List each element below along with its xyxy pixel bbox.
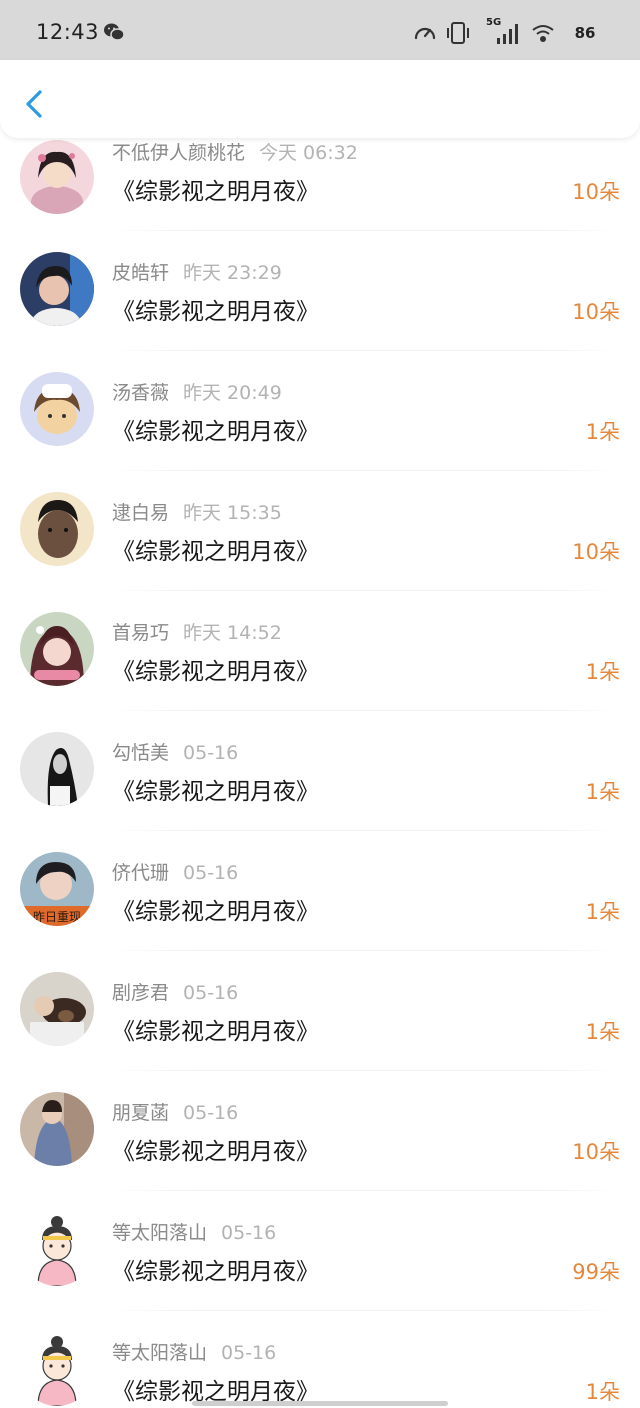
flower-count: 1朵 xyxy=(585,1020,620,1044)
user-name: 首易巧 xyxy=(112,622,170,644)
list-item[interactable]: 昨日重现 侪代珊 05-16 《综影视之明月夜》 1朵 xyxy=(0,848,640,968)
item-meta: 汤香薇 昨天 20:49 xyxy=(112,378,282,405)
list-item[interactable]: 勾恬美 05-16 《综影视之明月夜》 1朵 xyxy=(0,728,640,848)
flower-count: 1朵 xyxy=(585,420,620,444)
item-meta: 朋夏菡 05-16 xyxy=(112,1098,238,1125)
signal-icon xyxy=(497,24,518,44)
avatar xyxy=(20,732,94,806)
item-title: 《综影视之明月夜》 xyxy=(112,419,319,445)
divider xyxy=(112,1190,620,1191)
user-name: 汤香薇 xyxy=(112,382,170,404)
item-meta: 皮皓轩 昨天 23:29 xyxy=(112,258,282,285)
item-meta: 剧彦君 05-16 xyxy=(112,978,238,1005)
item-title: 《综影视之明月夜》 xyxy=(112,299,319,325)
item-title: 《综影视之明月夜》 xyxy=(112,899,319,925)
item-meta: 首易巧 昨天 14:52 xyxy=(112,618,282,645)
user-name: 皮皓轩 xyxy=(112,262,170,284)
item-title: 《综影视之明月夜》 xyxy=(112,539,319,565)
list-item[interactable]: 皮皓轩 昨天 23:29 《综影视之明月夜》 10朵 xyxy=(0,248,640,368)
status-bar: 12:43 5G 86 xyxy=(0,0,640,60)
status-time: 12:43 xyxy=(36,20,100,44)
header xyxy=(0,60,640,138)
divider xyxy=(112,230,620,231)
item-time: 05-16 xyxy=(183,982,239,1004)
avatar xyxy=(20,1332,94,1406)
item-meta: 侪代珊 05-16 xyxy=(112,858,238,885)
flower-count: 99朵 xyxy=(572,1260,620,1284)
user-name: 朋夏菡 xyxy=(112,1102,170,1124)
divider xyxy=(112,830,620,831)
avatar xyxy=(20,372,94,446)
avatar xyxy=(20,492,94,566)
divider xyxy=(112,470,620,471)
flower-count: 1朵 xyxy=(585,1380,620,1404)
avatar-overlay-text: 昨日重现 xyxy=(33,910,81,924)
wechat-icon xyxy=(104,23,125,41)
flower-count: 1朵 xyxy=(585,660,620,684)
user-name: 等太阳落山 xyxy=(112,1342,208,1364)
item-title: 《综影视之明月夜》 xyxy=(112,1139,319,1165)
item-time: 今天 06:32 xyxy=(259,142,358,164)
list-item[interactable]: 等太阳落山 05-16 《综影视之明月夜》 1朵 xyxy=(0,1328,640,1408)
avatar xyxy=(20,140,94,214)
home-indicator[interactable] xyxy=(192,1401,448,1406)
item-time: 05-16 xyxy=(183,862,239,884)
flower-count: 1朵 xyxy=(585,900,620,924)
avatar xyxy=(20,1092,94,1166)
gift-record-list: 不低伊人颜桃花 今天 06:32 《综影视之明月夜》 10朵 皮皓轩 昨天 23:2… xyxy=(0,138,640,1408)
battery-level: 86 xyxy=(574,24,596,42)
divider xyxy=(112,1070,620,1071)
item-time: 05-16 xyxy=(183,742,239,764)
avatar: 昨日重现 xyxy=(20,852,94,926)
item-meta: 等太阳落山 05-16 xyxy=(112,1218,276,1245)
vibrate-icon xyxy=(447,22,469,44)
list-item[interactable]: 逮白易 昨天 15:35 《综影视之明月夜》 10朵 xyxy=(0,488,640,608)
user-name: 等太阳落山 xyxy=(112,1222,208,1244)
item-time: 昨天 20:49 xyxy=(183,382,282,404)
item-time: 05-16 xyxy=(183,1102,239,1124)
flower-count: 10朵 xyxy=(572,1140,620,1164)
item-time: 昨天 15:35 xyxy=(183,502,282,524)
user-name: 逮白易 xyxy=(112,502,170,524)
list-item[interactable]: 剧彦君 05-16 《综影视之明月夜》 1朵 xyxy=(0,968,640,1088)
divider xyxy=(112,590,620,591)
list-item[interactable]: 汤香薇 昨天 20:49 《综影视之明月夜》 1朵 xyxy=(0,368,640,488)
item-meta: 等太阳落山 05-16 xyxy=(112,1338,276,1365)
avatar xyxy=(20,252,94,326)
item-title: 《综影视之明月夜》 xyxy=(112,1259,319,1285)
item-time: 昨天 14:52 xyxy=(183,622,282,644)
divider xyxy=(112,950,620,951)
item-title: 《综影视之明月夜》 xyxy=(112,779,319,805)
item-meta: 逮白易 昨天 15:35 xyxy=(112,498,282,525)
speedometer-icon xyxy=(414,27,436,40)
flower-count: 10朵 xyxy=(572,300,620,324)
item-meta: 不低伊人颜桃花 今天 06:32 xyxy=(112,138,358,165)
item-title: 《综影视之明月夜》 xyxy=(112,1019,319,1045)
item-title: 《综影视之明月夜》 xyxy=(112,179,319,205)
divider xyxy=(112,350,620,351)
avatar xyxy=(20,1212,94,1286)
item-time: 昨天 23:29 xyxy=(183,262,282,284)
wifi-icon xyxy=(532,25,554,42)
divider xyxy=(112,710,620,711)
list-item[interactable]: 首易巧 昨天 14:52 《综影视之明月夜》 1朵 xyxy=(0,608,640,728)
item-title: 《综影视之明月夜》 xyxy=(112,659,319,685)
divider xyxy=(112,1310,620,1311)
user-name: 侪代珊 xyxy=(112,862,170,884)
avatar xyxy=(20,612,94,686)
user-name: 剧彦君 xyxy=(112,982,170,1004)
list-item[interactable]: 等太阳落山 05-16 《综影视之明月夜》 99朵 xyxy=(0,1208,640,1328)
item-time: 05-16 xyxy=(221,1342,277,1364)
flower-count: 10朵 xyxy=(572,540,620,564)
list-item[interactable]: 朋夏菡 05-16 《综影视之明月夜》 10朵 xyxy=(0,1088,640,1208)
flower-count: 1朵 xyxy=(585,780,620,804)
list-item[interactable]: 不低伊人颜桃花 今天 06:32 《综影视之明月夜》 10朵 xyxy=(0,138,640,248)
avatar xyxy=(20,972,94,1046)
flower-count: 10朵 xyxy=(572,180,620,204)
item-time: 05-16 xyxy=(221,1222,277,1244)
chevron-left-icon[interactable] xyxy=(20,86,50,122)
item-meta: 勾恬美 05-16 xyxy=(112,738,238,765)
user-name: 不低伊人颜桃花 xyxy=(112,142,246,164)
user-name: 勾恬美 xyxy=(112,742,170,764)
